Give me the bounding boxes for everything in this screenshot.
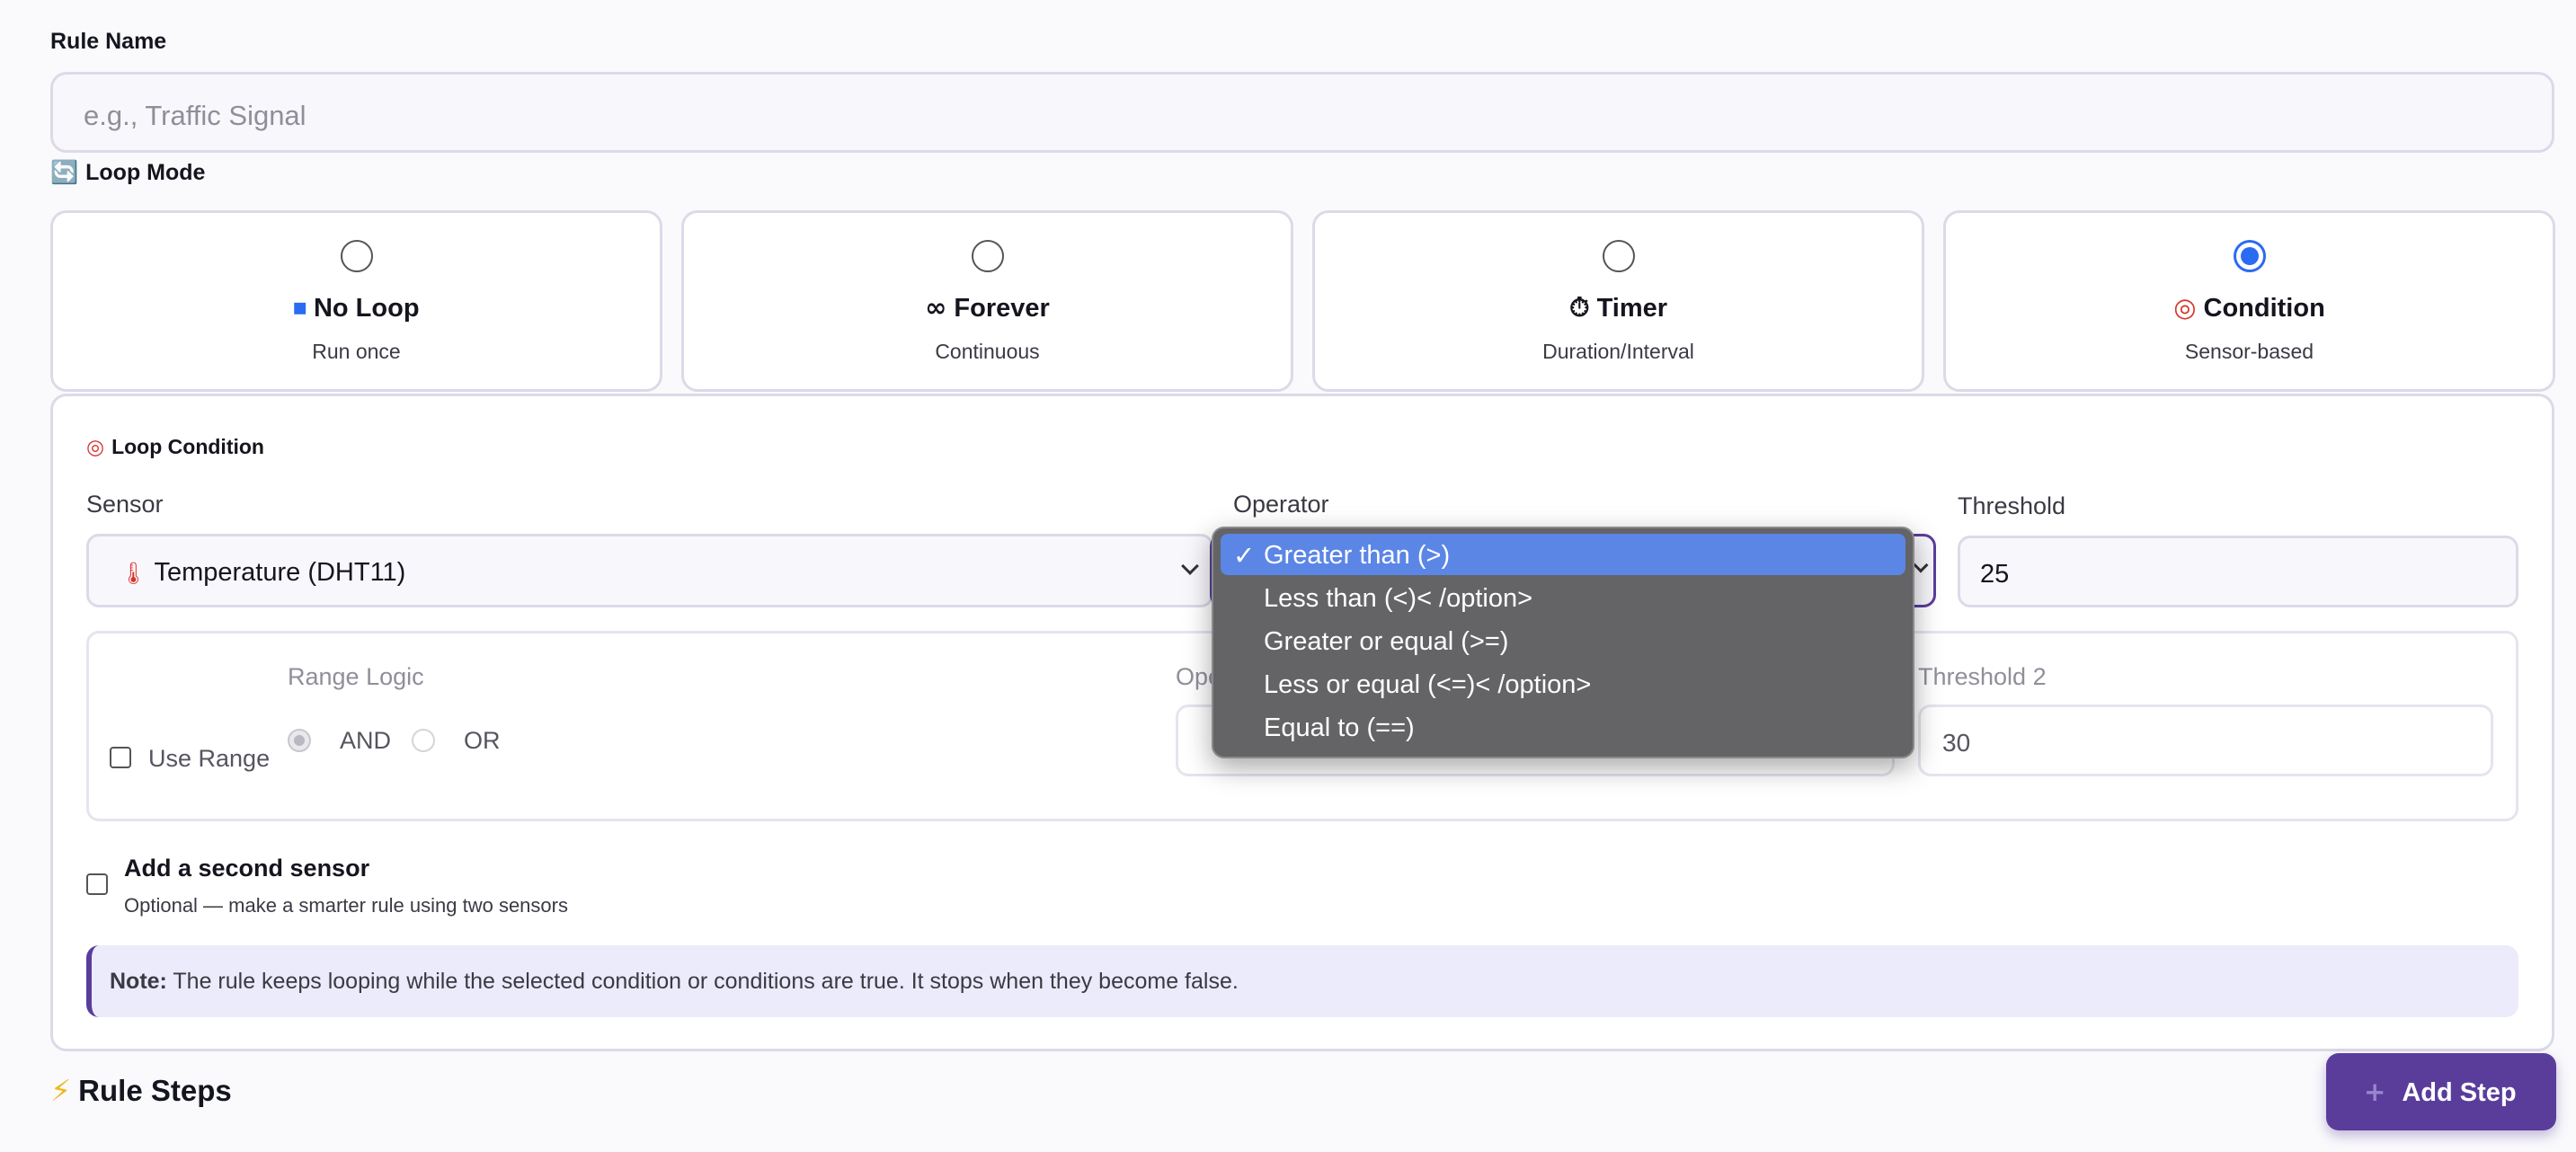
chevron-down-icon <box>1181 557 1199 575</box>
target-icon: ◎ <box>86 436 105 459</box>
operator-option-greater-or-equal[interactable]: Greater or equal (>=) <box>1221 620 1905 661</box>
timer-title: Timer <box>1596 294 1668 323</box>
loop-mode-timer[interactable]: ⏱ Timer Duration/Interval <box>1312 210 1924 392</box>
refresh-icon: 🔄 <box>50 159 79 185</box>
second-sensor-subtitle: Optional — make a smarter rule using two… <box>124 894 568 917</box>
condition-subtitle: Sensor-based <box>2184 340 2314 363</box>
rule-steps-title: Rule Steps <box>78 1074 232 1107</box>
stopwatch-icon: ⏱ <box>1568 292 1590 323</box>
chevron-down-icon <box>1913 557 1929 573</box>
sensor-select[interactable]: 🌡 Temperature (DHT11) <box>86 534 1213 607</box>
forever-radio[interactable] <box>971 240 1004 272</box>
note-strong: Note: <box>110 969 167 994</box>
operator-option-less-than[interactable]: Less than (<)< /option> <box>1221 577 1905 618</box>
loop-mode-label: Loop Mode <box>85 160 206 185</box>
condition-title: Condition <box>2203 294 2325 323</box>
option-label: Less or equal (<=)< /option> <box>1264 670 1592 699</box>
sensor-select-value: Temperature (DHT11) <box>154 558 406 587</box>
timer-subtitle: Duration/Interval <box>1542 340 1694 363</box>
no-loop-title: No Loop <box>313 294 420 323</box>
operator-option-greater-than[interactable]: ✓ Greater than (>) <box>1221 534 1905 575</box>
operator-option-less-or-equal[interactable]: Less or equal (<=)< /option> <box>1221 663 1905 704</box>
rule-name-placeholder: e.g., Traffic Signal <box>84 100 306 131</box>
no-loop-subtitle: Run once <box>312 340 401 363</box>
operator-label: Operator <box>1233 491 1329 518</box>
use-range-checkbox[interactable] <box>110 747 131 768</box>
note-text: The rule keeps looping while the selecte… <box>173 969 1239 994</box>
add-step-button[interactable]: + Add Step <box>2326 1053 2556 1130</box>
operator-dropdown: ✓ Greater than (>) Less than (<)< /option… <box>1212 527 1914 758</box>
plus-icon: + <box>2364 1077 2386 1107</box>
threshold2-value: 30 <box>1942 729 1971 757</box>
threshold2-label: Threshold 2 <box>1918 663 2047 690</box>
rule-name-input[interactable]: e.g., Traffic Signal <box>50 72 2554 153</box>
sensor-label: Sensor <box>86 491 164 518</box>
and-radio[interactable] <box>288 729 311 752</box>
or-radio[interactable] <box>412 729 435 752</box>
threshold2-input[interactable]: 30 <box>1918 704 2493 776</box>
loop-condition-heading: ◎ Loop Condition <box>86 435 264 459</box>
note-bar: Note: The rule keeps looping while the s… <box>86 945 2518 1017</box>
or-label: OR <box>464 727 501 754</box>
lightning-icon: ⚡ <box>50 1073 72 1108</box>
forever-subtitle: Continuous <box>935 340 1040 363</box>
target-icon: ◎ <box>2173 292 2197 323</box>
and-label: AND <box>340 727 392 754</box>
rule-name-label: Rule Name <box>50 29 167 54</box>
option-label: Less than (<)< /option> <box>1264 584 1533 613</box>
threshold-value: 25 <box>1980 560 2010 589</box>
infinity-icon: ∞ <box>925 292 947 323</box>
timer-radio[interactable] <box>1602 240 1635 272</box>
stop-square-icon: ⏹ <box>293 292 306 323</box>
loop-mode-forever[interactable]: ∞ Forever Continuous <box>681 210 1293 392</box>
range-logic-label: Range Logic <box>288 663 424 690</box>
operator-option-equal-to[interactable]: Equal to (==) <box>1221 706 1905 748</box>
thermometer-icon: 🌡 <box>120 561 147 586</box>
checkmark-icon: ✓ <box>1233 540 1256 571</box>
option-label: Equal to (==) <box>1264 713 1415 742</box>
second-sensor-title: Add a second sensor <box>124 855 370 882</box>
threshold-label: Threshold <box>1958 492 2066 519</box>
forever-title: Forever <box>954 294 1050 323</box>
option-label: Greater than (>) <box>1264 541 1451 570</box>
loop-mode-heading: 🔄 Loop Mode <box>50 159 205 186</box>
loop-mode-condition[interactable]: ◎ Condition Sensor-based <box>1943 210 2555 392</box>
loop-mode-no-loop[interactable]: ⏹ No Loop Run once <box>50 210 662 392</box>
second-sensor-checkbox[interactable] <box>86 873 108 895</box>
add-step-label: Add Step <box>2402 1078 2517 1107</box>
loop-condition-title: Loop Condition <box>111 435 264 458</box>
no-loop-radio[interactable] <box>340 240 373 272</box>
threshold-input[interactable]: 25 <box>1958 536 2518 607</box>
option-label: Greater or equal (>=) <box>1264 627 1509 656</box>
rule-steps-heading: ⚡ Rule Steps <box>50 1073 232 1108</box>
use-range-label: Use Range <box>148 745 271 772</box>
condition-radio[interactable] <box>2233 240 2266 272</box>
